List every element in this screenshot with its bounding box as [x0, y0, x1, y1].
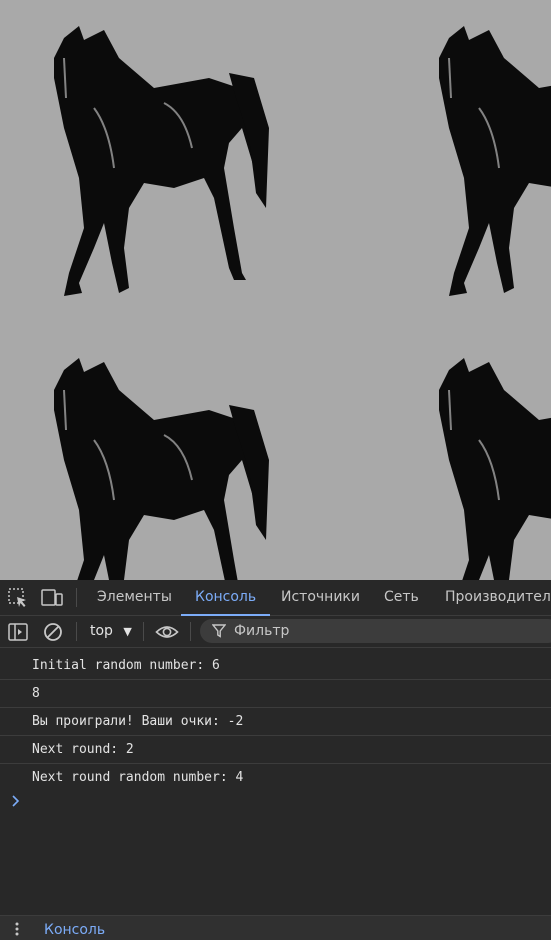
toolbar-divider: [190, 622, 191, 641]
context-selector[interactable]: top ▼: [90, 616, 132, 647]
tab-network[interactable]: Сеть: [384, 580, 419, 615]
devtools-panel: Элементы Консоль Источники Сеть Производ…: [0, 580, 551, 940]
horse-image: [54, 26, 269, 296]
context-label: top: [90, 623, 113, 639]
console-message: Next round random number: 4: [0, 764, 551, 791]
filter-input[interactable]: Фильтр: [200, 619, 551, 643]
horse-image: [439, 26, 551, 296]
horse-image: [439, 358, 551, 580]
page-viewport: [0, 0, 551, 580]
sidebar-toggle-icon[interactable]: [6, 620, 30, 644]
console-message-text: Next round: 2: [32, 742, 134, 757]
device-toolbar-icon[interactable]: [40, 586, 64, 610]
tab-elements[interactable]: Элементы: [97, 580, 172, 615]
eye-icon[interactable]: [155, 620, 179, 644]
tab-performance[interactable]: Производитель: [445, 580, 551, 615]
dropdown-arrow-icon: ▼: [123, 625, 132, 638]
more-vertical-icon[interactable]: [12, 921, 22, 937]
devtools-tabbar: Элементы Консоль Источники Сеть Производ…: [0, 580, 551, 616]
toolbar-divider: [76, 622, 77, 641]
console-output: Initial random number: 6 8 Вы проиграли!…: [0, 648, 551, 914]
tab-console[interactable]: Консоль: [180, 580, 271, 616]
console-message: Вы проиграли! Ваши очки: -2: [0, 708, 551, 736]
console-message: Initial random number: 6: [0, 652, 551, 680]
horse-image: [54, 358, 269, 580]
console-message-text: Initial random number: 6: [32, 658, 220, 673]
drawer-tabbar: Консоль: [0, 915, 551, 940]
inspect-element-icon[interactable]: [6, 586, 30, 610]
drawer-tab-console[interactable]: Консоль: [44, 920, 105, 940]
console-message-text: 8: [32, 686, 40, 701]
console-message-text: Вы проиграли! Ваши очки: -2: [32, 714, 244, 729]
filter-placeholder: Фильтр: [234, 623, 290, 639]
clear-console-icon[interactable]: [41, 620, 65, 644]
console-message: Next round: 2: [0, 736, 551, 764]
console-message: 8: [0, 680, 551, 708]
console-message-text: Next round random number: 4: [32, 770, 244, 785]
filter-icon: [212, 624, 226, 638]
console-toolbar: top ▼ Фильтр: [0, 616, 551, 648]
tab-sources[interactable]: Источники: [281, 580, 360, 615]
toolbar-divider: [76, 588, 77, 607]
console-prompt-icon[interactable]: [10, 794, 22, 808]
toolbar-divider: [143, 622, 144, 641]
